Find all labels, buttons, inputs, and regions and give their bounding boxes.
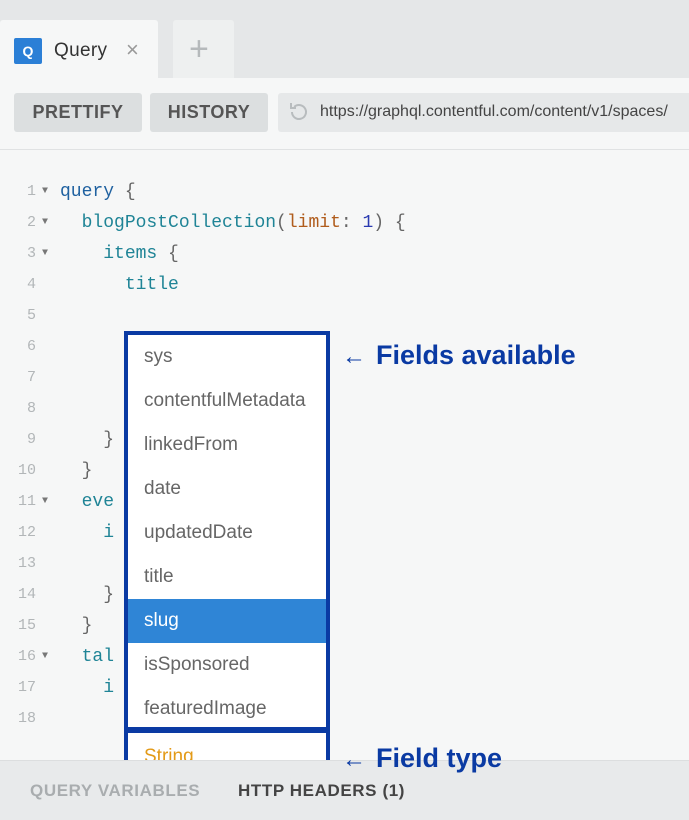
code-line: items { xyxy=(0,242,689,273)
tab-bar: Q Query × + xyxy=(0,0,689,78)
code-line: } xyxy=(0,583,689,614)
code-argument: limit xyxy=(286,213,341,233)
autocomplete-dropdown: sys contentfulMetadata linkedFrom date updat… xyxy=(124,331,330,731)
code-line: blogPostCollection(limit: 1) { xyxy=(0,211,689,242)
history-button[interactable]: HISTORY xyxy=(150,93,268,132)
toolbar: PRETTIFY HISTORY https://graphql.content… xyxy=(0,78,689,150)
autocomplete-option[interactable]: contentfulMetadata xyxy=(128,379,326,423)
code-line: eve t: 1) { xyxy=(0,490,689,521)
code-field: i xyxy=(103,678,115,698)
code-line: } xyxy=(0,428,689,459)
autocomplete-option[interactable]: title xyxy=(128,555,326,599)
gutter-row: 5 xyxy=(0,304,689,335)
code-punct: { xyxy=(157,244,179,264)
gutter-row: 13 xyxy=(0,552,689,583)
autocomplete-option[interactable]: isSponsored xyxy=(128,643,326,687)
code-field: eve xyxy=(81,492,115,512)
query-tab-icon: Q xyxy=(14,38,42,64)
code-keyword: query xyxy=(60,182,115,202)
code-line: query { xyxy=(0,180,689,211)
code-punct: } xyxy=(81,616,93,636)
endpoint-url-field[interactable]: https://graphql.contentful.com/content/v… xyxy=(278,93,689,132)
arrow-left-icon: ← xyxy=(342,746,366,773)
code-punct: { xyxy=(114,182,136,202)
code-number: 1 xyxy=(362,213,374,233)
add-tab-button[interactable]: + xyxy=(173,20,234,78)
autocomplete-option[interactable]: date xyxy=(128,467,326,511)
arrow-left-icon: ← xyxy=(342,343,366,370)
code-field: blogPostCollection xyxy=(81,213,277,233)
code-field: title xyxy=(124,275,179,295)
tab-query-variables[interactable]: QUERY VARIABLES xyxy=(30,781,200,801)
code-punct: ( xyxy=(276,213,287,233)
autocomplete-option[interactable]: linkedFrom xyxy=(128,423,326,467)
prettify-button[interactable]: PRETTIFY xyxy=(14,93,142,132)
gutter-row: 8 xyxy=(0,397,689,428)
annotation-fields-available: ← Fields available xyxy=(342,340,576,371)
line-number: 8 xyxy=(26,400,36,417)
code-field: i xyxy=(103,523,115,543)
plus-icon: + xyxy=(189,30,209,68)
line-number: 18 xyxy=(17,710,36,727)
line-number: 6 xyxy=(26,338,36,355)
gutter-row: 18 xyxy=(0,707,689,738)
line-number: 5 xyxy=(26,307,36,324)
autocomplete-option[interactable]: updatedDate xyxy=(128,511,326,555)
tab-http-headers[interactable]: HTTP HEADERS (1) xyxy=(238,781,405,801)
code-line: i xyxy=(0,676,689,707)
code-line: } xyxy=(0,459,689,490)
code-field: items xyxy=(103,244,158,264)
annotation-text: Fields available xyxy=(376,340,576,370)
annotation-text: Field type xyxy=(376,743,503,773)
code-punct: } xyxy=(81,461,93,481)
code-line: title xyxy=(0,273,689,304)
close-icon[interactable]: × xyxy=(126,38,139,62)
code-punct: : xyxy=(340,213,363,233)
code-punct: } xyxy=(103,430,115,450)
annotation-field-type: ← Field type xyxy=(342,743,502,774)
code-line: tal t: 1) { xyxy=(0,645,689,676)
autocomplete-option[interactable]: sys xyxy=(128,335,326,379)
tab-label: Query xyxy=(54,40,108,61)
reload-icon[interactable] xyxy=(286,100,310,124)
autocomplete-option[interactable]: featuredImage xyxy=(128,687,326,727)
line-number: 7 xyxy=(26,369,36,386)
endpoint-url-text: https://graphql.contentful.com/content/v… xyxy=(320,103,668,120)
autocomplete-option[interactable]: slug xyxy=(128,599,326,643)
tab-query[interactable]: Q Query × xyxy=(0,20,158,78)
line-number: 13 xyxy=(17,555,36,572)
code-line: } xyxy=(0,614,689,645)
query-editor[interactable]: 18 17 16 ▼ 15 14 13 12 11 ▼ 10 9 8 7 6 5 4 3 ▼ 2 ▼ 1 ▼ query {… xyxy=(0,150,689,760)
code-punct: ) { xyxy=(373,213,406,233)
code-line: i xyxy=(0,521,689,552)
code-field: tal xyxy=(81,647,115,667)
code-punct: } xyxy=(103,585,115,605)
